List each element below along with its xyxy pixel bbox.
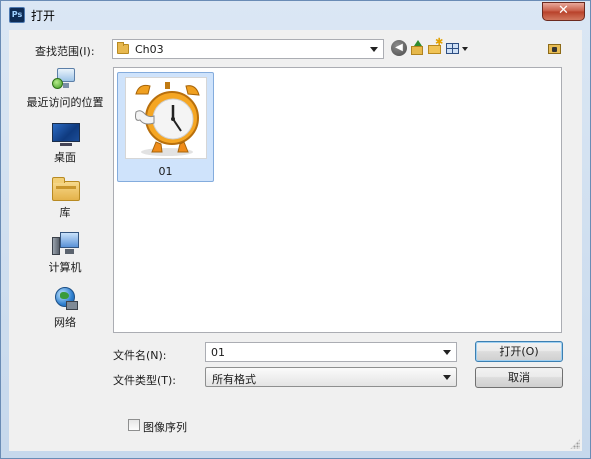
file-name: 01 <box>158 165 173 178</box>
back-icon[interactable]: ◀ <box>391 40 407 56</box>
up-folder-icon[interactable] <box>409 40 425 56</box>
look-in-value: Ch03 <box>135 43 164 56</box>
places-bar: 最近访问的位置 桌面 库 计算机 网络 <box>19 66 111 336</box>
look-in-label: 查找范围(I): <box>35 45 95 58</box>
place-label: 最近访问的位置 <box>26 96 104 109</box>
place-label: 库 <box>59 206 71 219</box>
open-dialog: Ps 打开 ✕ 查找范围(I): Ch03 ◀ ✱ 最近访问的位置 桌面 库 计… <box>0 0 591 459</box>
file-type-value: 所有格式 <box>212 373 256 386</box>
view-menu-icon[interactable] <box>445 40 471 56</box>
alarm-clock-thumbnail <box>125 77 207 159</box>
chevron-down-icon[interactable] <box>443 350 451 355</box>
libraries-icon <box>51 176 80 202</box>
file-name-combobox[interactable] <box>205 342 457 362</box>
camera-icon <box>552 47 557 52</box>
new-folder-icon[interactable]: ✱ <box>427 37 444 56</box>
file-item[interactable]: 01 <box>117 72 214 182</box>
file-list[interactable]: 01 <box>113 67 562 333</box>
up-arrow-icon <box>414 40 422 46</box>
grid-view-icon <box>446 43 459 54</box>
chevron-down-icon[interactable] <box>370 47 378 52</box>
sparkle-icon: ✱ <box>435 37 444 48</box>
place-label: 桌面 <box>54 151 76 164</box>
computer-icon <box>51 231 79 257</box>
dialog-body: 查找范围(I): Ch03 ◀ ✱ 最近访问的位置 桌面 库 计算机 网络 01… <box>9 30 582 451</box>
close-button[interactable]: ✕ <box>542 2 585 21</box>
chevron-down-icon[interactable] <box>443 375 451 380</box>
file-type-label: 文件类型(T): <box>113 374 177 387</box>
place-computer[interactable]: 计算机 <box>19 231 111 281</box>
image-sequence-label[interactable]: 图像序列 <box>143 419 187 435</box>
resize-grip[interactable] <box>570 439 580 449</box>
folder-icon <box>117 42 129 54</box>
file-name-label: 文件名(N): <box>113 349 167 362</box>
image-sequence-checkbox[interactable] <box>128 419 140 431</box>
file-type-select[interactable]: 所有格式 <box>205 367 457 387</box>
open-button[interactable]: 打开(O) <box>475 341 563 362</box>
cancel-button[interactable]: 取消 <box>475 367 563 388</box>
folder-icon <box>411 46 423 55</box>
recent-places-icon <box>51 66 79 92</box>
place-label: 网络 <box>54 316 76 329</box>
title-bar[interactable]: Ps 打开 ✕ <box>1 1 590 29</box>
place-network[interactable]: 网络 <box>19 286 111 336</box>
desktop-icon[interactable] <box>547 40 563 56</box>
network-icon <box>51 286 79 312</box>
window-title: 打开 <box>31 9 56 23</box>
place-label: 计算机 <box>48 261 82 274</box>
place-recent[interactable]: 最近访问的位置 <box>19 66 111 116</box>
place-libraries[interactable]: 库 <box>19 176 111 226</box>
place-desktop[interactable]: 桌面 <box>19 121 111 171</box>
desktop-icon <box>51 121 80 147</box>
chevron-down-icon <box>462 47 468 51</box>
photoshop-app-icon: Ps <box>9 7 25 23</box>
file-name-input[interactable] <box>206 343 434 361</box>
look-in-combobox[interactable]: Ch03 <box>112 39 384 59</box>
